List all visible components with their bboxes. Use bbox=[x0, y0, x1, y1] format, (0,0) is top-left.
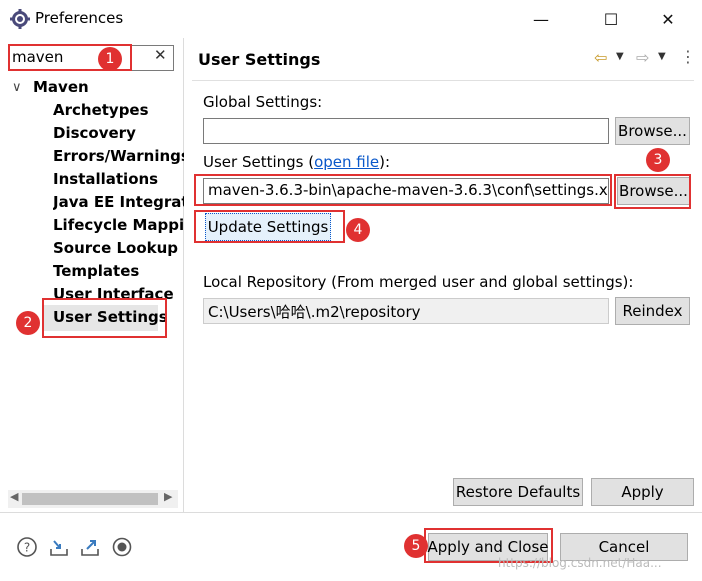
annotation-box-3 bbox=[614, 174, 691, 209]
clear-filter-icon[interactable]: ✕ bbox=[154, 46, 167, 64]
annotation-badge-5: 5 bbox=[404, 534, 428, 558]
export-icon[interactable] bbox=[79, 536, 101, 558]
annotation-box-4 bbox=[194, 210, 345, 243]
annotation-badge-3: 3 bbox=[646, 148, 670, 172]
tree-item-discovery[interactable]: Discovery bbox=[53, 124, 184, 142]
tree-item-errors-warnings[interactable]: Errors/Warnings bbox=[53, 147, 184, 165]
tree-item-templates[interactable]: Templates bbox=[53, 262, 184, 280]
chevron-down-icon[interactable]: ∨ bbox=[12, 80, 22, 95]
window-title: Preferences bbox=[35, 9, 124, 27]
annotation-box-user-path bbox=[194, 174, 612, 206]
page-title: User Settings bbox=[198, 50, 321, 69]
tree-item-installations[interactable]: Installations bbox=[53, 170, 184, 188]
annotation-badge-2: 2 bbox=[16, 311, 40, 335]
watermark-text: https://blog.csdn.net/Haa... bbox=[498, 556, 662, 570]
footer-divider bbox=[0, 512, 702, 513]
forward-arrow-icon[interactable]: ⇨ bbox=[636, 48, 649, 67]
scrollbar-thumb[interactable] bbox=[22, 493, 158, 505]
close-window-button[interactable]: ✕ bbox=[645, 0, 691, 38]
minimize-icon: — bbox=[533, 9, 549, 29]
back-dropdown-icon[interactable]: ▼ bbox=[616, 51, 624, 62]
tree-item-user-interface[interactable]: User Interface bbox=[53, 285, 184, 299]
record-icon[interactable] bbox=[111, 536, 133, 558]
maximize-icon: ☐ bbox=[603, 9, 619, 29]
close-icon: ✕ bbox=[661, 9, 675, 29]
annotation-box-2 bbox=[42, 298, 167, 338]
help-icon[interactable]: ? bbox=[16, 536, 38, 558]
import-icon[interactable] bbox=[48, 536, 70, 558]
scroll-left-icon[interactable]: ◀ bbox=[10, 490, 18, 503]
annotation-badge-4: 4 bbox=[346, 218, 370, 242]
scroll-right-icon[interactable]: ▶ bbox=[164, 490, 172, 503]
maximize-button[interactable]: ☐ bbox=[588, 0, 634, 38]
header-divider bbox=[192, 80, 694, 81]
tree-item-java-ee-integration[interactable]: Java EE Integrat bbox=[53, 193, 184, 211]
annotation-badge-1: 1 bbox=[98, 47, 122, 71]
user-settings-label-prefix: User Settings ( bbox=[203, 153, 315, 171]
user-settings-label-suffix: ): bbox=[379, 153, 391, 171]
more-options-icon[interactable]: ⋮ bbox=[680, 47, 696, 66]
back-arrow-icon[interactable]: ⇦ bbox=[594, 48, 607, 67]
svg-text:?: ? bbox=[24, 541, 30, 555]
tree-item-lifecycle-mappings[interactable]: Lifecycle Mappin bbox=[53, 216, 184, 234]
local-repository-label: Local Repository (From merged user and g… bbox=[203, 273, 634, 291]
tree-item-source-lookup[interactable]: Source Lookup bbox=[53, 239, 184, 257]
global-settings-label: Global Settings: bbox=[203, 93, 323, 111]
tree-item-maven[interactable]: Maven bbox=[33, 78, 89, 96]
user-settings-label: User Settings (open file): bbox=[203, 153, 390, 171]
apply-button[interactable]: Apply bbox=[591, 478, 694, 506]
minimize-button[interactable]: — bbox=[518, 0, 564, 38]
preferences-gear-icon bbox=[10, 9, 30, 29]
forward-dropdown-icon[interactable]: ▼ bbox=[658, 51, 666, 62]
reindex-button[interactable]: Reindex bbox=[615, 297, 690, 325]
browse-global-button[interactable]: Browse... bbox=[615, 117, 690, 145]
local-repository-field: C:\Users\哈哈\.m2\repository bbox=[203, 298, 609, 324]
open-file-link[interactable]: open file bbox=[314, 153, 379, 171]
tree-item-archetypes[interactable]: Archetypes bbox=[53, 101, 184, 119]
restore-defaults-button[interactable]: Restore Defaults bbox=[453, 478, 583, 506]
global-settings-input[interactable] bbox=[203, 118, 609, 144]
